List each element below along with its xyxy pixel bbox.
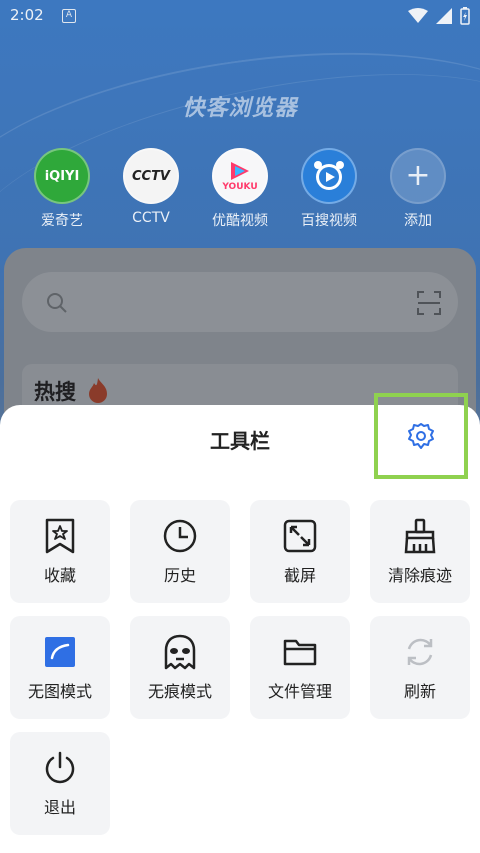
power-icon: [45, 751, 75, 784]
shortcut-iqiyi[interactable]: iQIYI 爱奇艺: [20, 148, 104, 230]
tool-incognito-mode[interactable]: 无痕模式: [130, 616, 230, 719]
shortcut-label: 优酷视频: [212, 213, 268, 229]
shortcut-label: CCTV: [132, 210, 170, 226]
no-image-icon: [45, 637, 75, 667]
tool-label: 无图模式: [27, 682, 92, 701]
shortcut-row: iQIYI 爱奇艺 CCTV CCTV YOUKU 优酷视频 百搜视频 + 添加: [20, 148, 460, 230]
shortcut-label: 添加: [404, 213, 432, 229]
tool-exit[interactable]: 退出: [10, 732, 110, 835]
tool-refresh[interactable]: 刷新: [370, 616, 470, 719]
search-bar[interactable]: [22, 272, 458, 332]
tool-history[interactable]: 历史: [130, 500, 230, 603]
tool-label: 无痕模式: [147, 682, 212, 701]
status-time: 2:02: [10, 6, 44, 24]
tool-label: 历史: [163, 566, 196, 585]
gear-icon: [408, 423, 434, 449]
tool-label: 退出: [43, 798, 76, 817]
refresh-icon: [407, 638, 433, 666]
youku-play-icon: [231, 162, 249, 180]
youku-logo-icon: YOUKU: [212, 148, 268, 204]
tool-label: 清除痕迹: [387, 566, 452, 585]
app-title: 快客浏览器: [182, 96, 298, 121]
toolbar-sheet: 工具栏 收藏 历史 截屏 清除痕迹 无图模式 无痕模式 文件管理 刷新 退出: [0, 393, 480, 853]
scan-icon[interactable]: [416, 290, 442, 316]
shortcut-cctv[interactable]: CCTV CCTV: [109, 148, 193, 230]
hot-search-title: 热搜: [34, 376, 109, 406]
tool-no-image-mode[interactable]: 无图模式: [10, 616, 110, 719]
tool-favorites[interactable]: 收藏: [10, 500, 110, 603]
add-icon: +: [390, 148, 446, 204]
wifi-icon: [408, 8, 428, 23]
tool-label: 文件管理: [267, 682, 332, 701]
shortcut-add[interactable]: + 添加: [376, 148, 460, 230]
broom-icon: [404, 518, 436, 554]
shortcut-baisou[interactable]: 百搜视频: [287, 148, 371, 230]
tool-file-manager[interactable]: 文件管理: [250, 616, 350, 719]
battery-icon: [460, 7, 470, 25]
cctv-logo-icon: CCTV: [123, 148, 179, 204]
signal-icon: [436, 8, 452, 24]
tool-screenshot[interactable]: 截屏: [250, 500, 350, 603]
status-icons: [408, 7, 470, 25]
clock-icon: [163, 519, 197, 553]
tool-label: 收藏: [43, 566, 76, 585]
shortcut-label: 百搜视频: [301, 213, 357, 229]
bookmark-star-icon: [45, 518, 75, 554]
fire-icon: [89, 378, 108, 403]
screenshot-icon: [283, 519, 317, 553]
tool-clear-traces[interactable]: 清除痕迹: [370, 500, 470, 603]
notification-a-icon: A: [62, 9, 76, 23]
shortcut-youku[interactable]: YOUKU 优酷视频: [198, 148, 282, 230]
shortcut-label: 爱奇艺: [41, 213, 83, 229]
status-bar: 2:02 A: [0, 0, 480, 34]
incognito-mask-icon: [164, 634, 196, 670]
baisou-logo-icon: [301, 148, 357, 204]
search-icon: [47, 293, 67, 313]
settings-button[interactable]: [374, 393, 468, 479]
iqiyi-logo-icon: iQIYI: [34, 148, 90, 204]
tool-label: 刷新: [403, 682, 436, 701]
tool-label: 截屏: [283, 566, 316, 585]
folder-icon: [283, 639, 317, 666]
